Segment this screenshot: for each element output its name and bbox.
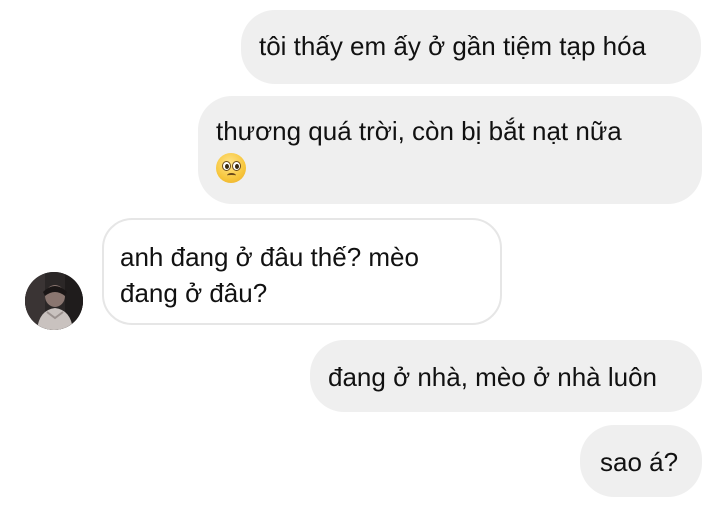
message-text: đang ở đâu? [120, 278, 268, 308]
message-bubble-outgoing[interactable]: thương quá trời, còn bị bắt nạt nữa [198, 96, 702, 204]
pleading-face-icon [216, 153, 246, 183]
message-text: tôi thấy em ấy ở gần tiệm tạp hóa [259, 31, 647, 61]
avatar-photo [25, 272, 83, 330]
message-text: thương quá trời, còn bị bắt nạt nữa [216, 116, 622, 146]
message-text: đang ở nhà, mèo ở nhà luôn [328, 362, 657, 392]
message-text: sao á? [600, 447, 679, 477]
message-text: anh đang ở đâu thế? mèo [120, 242, 419, 272]
message-bubble-outgoing[interactable]: tôi thấy em ấy ở gần tiệm tạp hóa [241, 10, 701, 84]
contact-avatar[interactable] [25, 272, 83, 330]
message-bubble-outgoing[interactable]: đang ở nhà, mèo ở nhà luôn [310, 340, 702, 412]
message-bubble-outgoing[interactable]: sao á? [580, 425, 702, 497]
message-bubble-incoming[interactable]: anh đang ở đâu thế? mèo đang ở đâu? [102, 218, 502, 325]
chat-thread: tôi thấy em ấy ở gần tiệm tạp hóa thương… [0, 0, 720, 507]
